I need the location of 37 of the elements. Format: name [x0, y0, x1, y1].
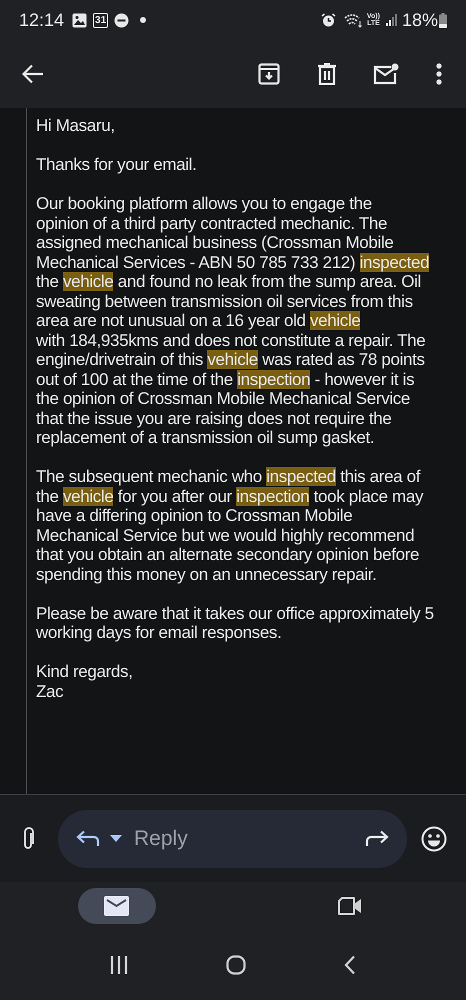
- trash-icon: [317, 63, 337, 85]
- email-paragraph: Kind regards, Zac: [36, 662, 133, 701]
- back-icon[interactable]: [343, 955, 358, 975]
- emoji-button[interactable]: [421, 826, 447, 852]
- video-camera-icon: [336, 896, 362, 916]
- dot-icon: [140, 17, 146, 23]
- signal-icon: [386, 14, 397, 26]
- calendar-icon: 31: [93, 12, 108, 28]
- mail-tab[interactable]: [78, 888, 156, 924]
- archive-icon: [258, 63, 280, 85]
- do-not-disturb-icon: [114, 12, 130, 28]
- email-paragraph: Our booking platform allows you to engage the opinion of a third party contracted mechanic. The assigned mechanical business (Crossman Mobile Mechanical Services - ABN 50 785 733 212) inspected the vehicle and found no leak from the sump area. Oil sweating between transmission oil services from this area are not unusual on a 16 year old vehicle with 184,935kms and does not constitute a repair. The engine/drivetrain of this vehicle was rated as 78 points out of 100 at the time of the inspection - however it is the opinion of Crossman Mobile Mechanical Service that the issue you are raising does not require the replacement of a transmission oil sump gasket.: [36, 194, 430, 448]
- mark-unread-button[interactable]: [372, 61, 400, 87]
- email-paragraph: Hi Masaru,: [36, 116, 115, 136]
- email-paragraph: Thanks for your email.: [36, 155, 196, 174]
- alarm-icon: [320, 12, 336, 28]
- battery-icon: [439, 12, 447, 28]
- email-paragraph: The subsequent mechanic who inspected this area of the vehicle for you after our inspection took place may have a differing opinion to Crossman Mobile Mechanical Service but we would highly recommend that you obtain an alternate secondary opinion before spending this money on an unnecessary repair.: [36, 467, 424, 584]
- dropdown-caret-icon: [110, 835, 122, 842]
- mail-unread-icon: [373, 63, 399, 85]
- email-paragraph: Please be aware that it takes our office approximately 5 working days for email responses.: [36, 604, 434, 642]
- status-time: 12:14: [19, 8, 64, 32]
- recent-apps-icon[interactable]: [108, 955, 129, 975]
- reply-bar[interactable]: Reply: [58, 810, 407, 868]
- reply-icon: [76, 830, 100, 847]
- back-arrow-icon: [22, 64, 44, 84]
- mail-icon: [104, 896, 129, 916]
- battery-percentage: 18%: [402, 8, 438, 32]
- home-icon[interactable]: [226, 955, 246, 975]
- paperclip-icon: [22, 826, 36, 850]
- forward-icon: [365, 830, 389, 847]
- image-icon: [72, 12, 88, 28]
- reply-field[interactable]: Reply: [134, 822, 365, 854]
- more-vertical-icon: [436, 63, 442, 85]
- archive-button[interactable]: [256, 61, 282, 87]
- wifi-icon: [344, 12, 362, 28]
- smiley-icon: [421, 826, 447, 852]
